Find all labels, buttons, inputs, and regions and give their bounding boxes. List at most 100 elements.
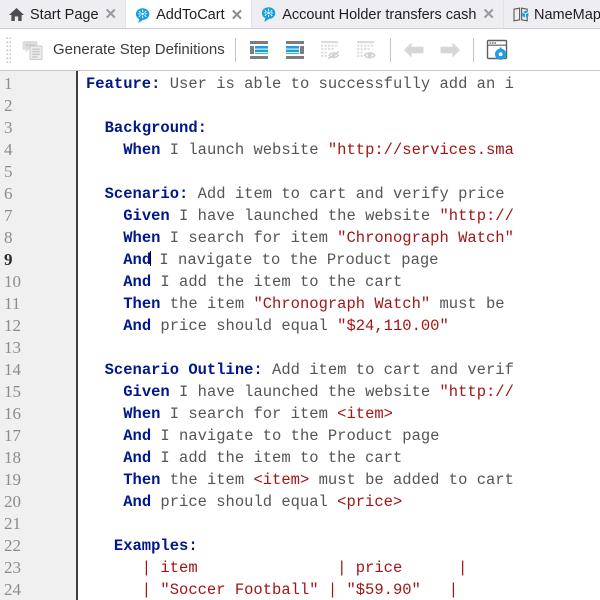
line-number: 7 <box>4 206 13 225</box>
step-text: I have launched the website <box>169 383 440 401</box>
window-settings-button[interactable] <box>479 33 515 67</box>
gherkin-keyword: When <box>123 405 161 423</box>
code-line[interactable]: Given I have launched the website "http:… <box>78 381 600 403</box>
line-number: 15 <box>4 382 21 401</box>
code-line[interactable]: And price should equal "$24,110.00" <box>78 315 600 337</box>
tab-close-button[interactable]: ✕ <box>104 7 119 22</box>
line-number: 2 <box>4 96 13 115</box>
code-line[interactable]: Scenario: Add item to cart and verify pr… <box>78 183 600 205</box>
code-line[interactable]: When I search for item <item> <box>78 403 600 425</box>
tab-start-page[interactable]: Start Page ✕ <box>0 0 127 28</box>
line-number: 24 <box>4 580 21 599</box>
gherkin-keyword: Given <box>123 383 170 401</box>
navigate-forward-button <box>432 33 468 67</box>
code-line[interactable]: And I navigate to the Product page <box>78 425 600 447</box>
editor-toolbar: Generate Step Definitions <box>0 29 600 71</box>
expand-all-outlining-button[interactable] <box>277 33 313 67</box>
tab-label: Account Holder transfers cash <box>282 6 477 23</box>
step-argument: "http:// <box>439 207 514 225</box>
step-text: I launch website <box>160 141 328 159</box>
step-text: I navigate to the Product page <box>150 251 439 269</box>
code-line[interactable]: And price should equal <price> <box>78 491 600 513</box>
code-line[interactable] <box>78 513 600 535</box>
line-number: 14 <box>4 360 21 379</box>
tab-close-button[interactable]: ✕ <box>230 8 245 23</box>
toolbar-separator-1 <box>234 37 236 62</box>
gherkin-keyword: And <box>123 449 152 467</box>
step-argument: "http://services.sma <box>327 141 514 159</box>
code-line[interactable]: And I add the item to the cart <box>78 447 600 469</box>
code-line[interactable]: Given I have launched the website "http:… <box>78 205 600 227</box>
code-line[interactable]: Background: <box>78 117 600 139</box>
arrow-right-icon <box>437 37 463 63</box>
toolbar-separator-3 <box>472 37 474 62</box>
code-line[interactable]: Examples: <box>78 535 600 557</box>
line-number: 9 <box>4 250 13 269</box>
gherkin-keyword: Examples: <box>113 537 198 555</box>
examples-table-row: | item | price | <box>86 559 468 577</box>
step-argument: "$24,110.00" <box>337 317 449 335</box>
gherkin-keyword: And <box>123 427 152 445</box>
code-line[interactable]: When I launch website "http://services.s… <box>78 139 600 161</box>
indent-left-icon <box>246 37 272 63</box>
step-argument: <item> <box>337 405 393 423</box>
generate-step-definitions-label: Generate Step Definitions <box>53 41 225 58</box>
step-text: I add the item to the cart <box>151 449 403 467</box>
examples-table-row: | "Soccer Football" | "$59.90" | <box>86 581 459 599</box>
window-gear-icon <box>484 37 510 63</box>
tab-addtocart[interactable]: AddToCart ✕ <box>126 0 253 28</box>
gherkin-keyword: Background: <box>104 119 207 137</box>
gherkin-keyword: And <box>123 317 152 335</box>
line-number: 19 <box>4 470 21 489</box>
code-line[interactable]: Then the item "Chronograph Watch" must b… <box>78 293 600 315</box>
code-line[interactable]: Feature: User is able to successfully ad… <box>78 73 600 95</box>
step-text: I search for item <box>160 229 338 247</box>
cucumber-icon <box>134 7 151 24</box>
line-number: 11 <box>4 294 21 313</box>
line-number: 3 <box>4 118 13 137</box>
editor-tab-bar: Start Page ✕ AddToCart ✕ Account Holder … <box>0 0 600 29</box>
code-line[interactable]: Scenario Outline: Add item to cart and v… <box>78 359 600 381</box>
code-line[interactable] <box>78 95 600 117</box>
hide-whitespace-button <box>313 33 349 67</box>
line-number: 8 <box>4 228 13 247</box>
navigate-backward-button <box>396 33 432 67</box>
generate-step-definitions-button[interactable]: Generate Step Definitions <box>16 33 230 67</box>
toolbar-separator-2 <box>389 37 391 62</box>
code-text-area[interactable]: Feature: User is able to successfully ad… <box>78 71 600 600</box>
code-line[interactable] <box>78 161 600 183</box>
eye-icon <box>354 37 380 63</box>
cucumber-icon <box>260 6 277 23</box>
line-number: 17 <box>4 426 21 445</box>
code-line[interactable]: | "Soccer Football" | "$59.90" | <box>78 579 600 600</box>
code-line[interactable]: When I search for item "Chronograph Watc… <box>78 227 600 249</box>
show-whitespace-button <box>349 33 385 67</box>
line-number-gutter: 1234567891011121314151617181920212223242… <box>0 71 78 600</box>
gherkin-keyword: When <box>123 141 161 159</box>
code-line[interactable]: | item | price | <box>78 557 600 579</box>
code-line[interactable]: And I add the item to the cart <box>78 271 600 293</box>
code-line[interactable]: And I navigate to the Product page <box>78 249 600 271</box>
tab-label: Start Page <box>30 6 99 23</box>
gherkin-keyword: Then <box>123 295 161 313</box>
home-icon <box>8 6 25 23</box>
code-editor[interactable]: 1234567891011121314151617181920212223242… <box>0 71 600 600</box>
toolbar-drag-handle[interactable] <box>6 36 11 63</box>
tab-namemapping[interactable]: NameMapp <box>504 0 600 28</box>
tab-close-button[interactable]: ✕ <box>481 7 496 22</box>
line-number: 4 <box>4 140 13 159</box>
collapse-to-definitions-button[interactable] <box>241 33 277 67</box>
code-line[interactable] <box>78 337 600 359</box>
code-line[interactable]: Then the item <item> must be added to ca… <box>78 469 600 491</box>
tab-account-holder-transfers-cash[interactable]: Account Holder transfers cash ✕ <box>252 0 504 28</box>
